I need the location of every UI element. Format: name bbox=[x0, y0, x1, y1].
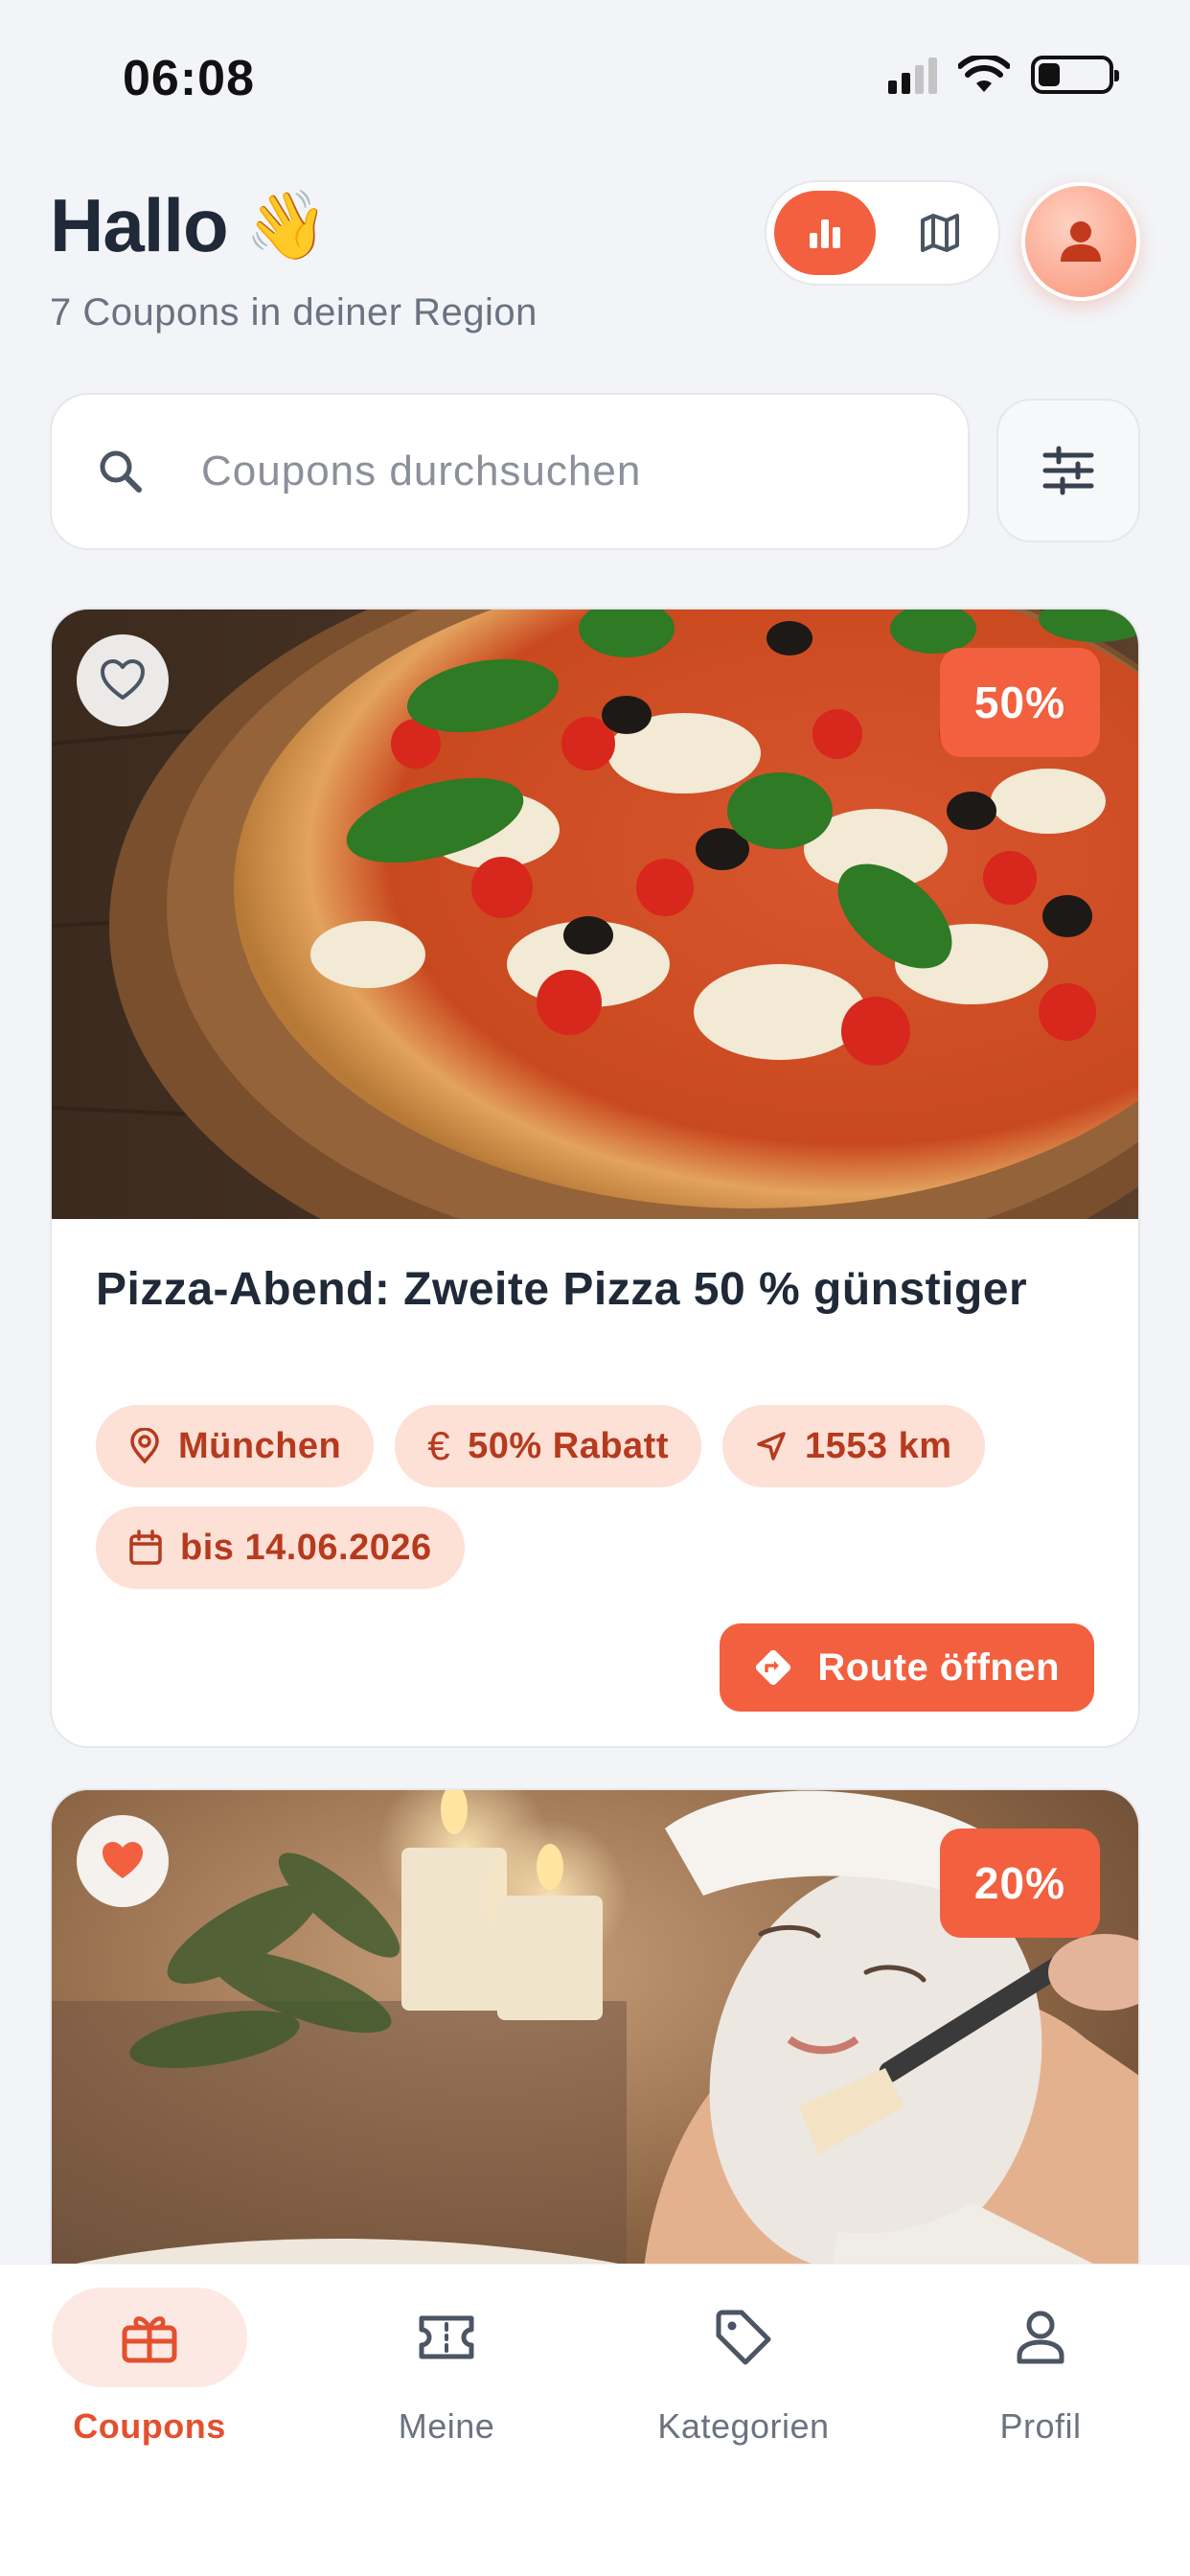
wave-emoji: 👋 bbox=[244, 187, 329, 263]
favorite-button[interactable] bbox=[77, 634, 169, 726]
coupon-image-pizza: 50% bbox=[52, 610, 1138, 1219]
status-time: 06:08 bbox=[123, 51, 255, 106]
nav-item-coupons[interactable]: Coupons bbox=[25, 2288, 274, 2447]
calendar-icon bbox=[129, 1530, 162, 1565]
validity-chip: bis 14.06.2026 bbox=[96, 1506, 465, 1589]
coupon-count-subtitle: 7 Coupons in deiner Region bbox=[50, 291, 538, 334]
profile-avatar-button[interactable] bbox=[1021, 182, 1140, 301]
sliders-icon bbox=[1042, 446, 1094, 495]
signal-icon bbox=[888, 56, 937, 94]
status-icons bbox=[888, 56, 1119, 94]
distance-text: 1553 km bbox=[804, 1425, 952, 1466]
page-title: Hallo bbox=[50, 183, 229, 267]
nav-label: Coupons bbox=[73, 2406, 226, 2446]
heart-outline-icon bbox=[101, 659, 145, 700]
map-view-button[interactable] bbox=[889, 191, 991, 275]
gift-icon bbox=[122, 2316, 177, 2363]
battery-icon bbox=[1031, 56, 1119, 94]
coupon-title: Pizza-Abend: Zweite Pizza 50 % günstiger bbox=[96, 1264, 1028, 1315]
discount-chip: € 50% Rabatt bbox=[395, 1405, 701, 1487]
search-icon bbox=[100, 450, 142, 493]
chart-icon bbox=[810, 219, 840, 248]
view-toggle bbox=[765, 180, 1000, 286]
greeting: Hallo 👋 bbox=[50, 182, 329, 269]
tag-icon bbox=[716, 2310, 771, 2365]
discount-badge: 50% bbox=[939, 648, 1100, 757]
directions-icon bbox=[756, 1649, 791, 1686]
nav-item-profil[interactable]: Profil bbox=[916, 2288, 1165, 2447]
search-placeholder: Coupons durchsuchen bbox=[201, 448, 642, 494]
location-text: München bbox=[178, 1425, 342, 1466]
navigation-arrow-icon bbox=[757, 1432, 786, 1460]
user-icon bbox=[1061, 221, 1101, 262]
nav-item-meine[interactable]: Meine bbox=[322, 2288, 571, 2447]
nav-label: Meine bbox=[398, 2406, 495, 2446]
filter-button[interactable] bbox=[996, 399, 1140, 542]
map-icon bbox=[921, 214, 959, 252]
app-screen: 06:08 Hallo 👋 7 Coupons in deiner Region bbox=[0, 0, 1190, 2576]
nav-label: Profil bbox=[999, 2406, 1082, 2446]
euro-icon: € bbox=[427, 1423, 451, 1468]
ticket-icon bbox=[419, 2315, 474, 2359]
location-chip: München bbox=[96, 1405, 375, 1487]
bottom-navigation: Coupons Meine Kategorien Profil bbox=[0, 2264, 1190, 2576]
validity-text: bis 14.06.2026 bbox=[180, 1527, 432, 1568]
coupon-chips: München € 50% Rabatt 1553 km bis 14.06.2… bbox=[96, 1405, 1111, 1589]
user-icon bbox=[1017, 2311, 1064, 2364]
wifi-icon bbox=[958, 56, 1010, 92]
chart-view-button[interactable] bbox=[774, 191, 876, 275]
discount-badge: 20% bbox=[939, 1828, 1100, 1938]
coupon-card[interactable]: 50% Pizza-Abend: Zweite Pizza 50 % günst… bbox=[50, 608, 1140, 1748]
favorite-button[interactable] bbox=[77, 1815, 169, 1907]
nav-label: Kategorien bbox=[657, 2406, 830, 2446]
route-label: Route öffnen bbox=[817, 1645, 1060, 1689]
heart-filled-icon bbox=[103, 1842, 143, 1878]
nav-item-kategorien[interactable]: Kategorien bbox=[619, 2288, 868, 2447]
distance-chip: 1553 km bbox=[721, 1405, 985, 1487]
search-input[interactable]: Coupons durchsuchen bbox=[50, 393, 970, 550]
open-route-button[interactable]: Route öffnen bbox=[720, 1623, 1094, 1712]
discount-text: 50% Rabatt bbox=[468, 1425, 669, 1466]
location-pin-icon bbox=[130, 1428, 159, 1464]
